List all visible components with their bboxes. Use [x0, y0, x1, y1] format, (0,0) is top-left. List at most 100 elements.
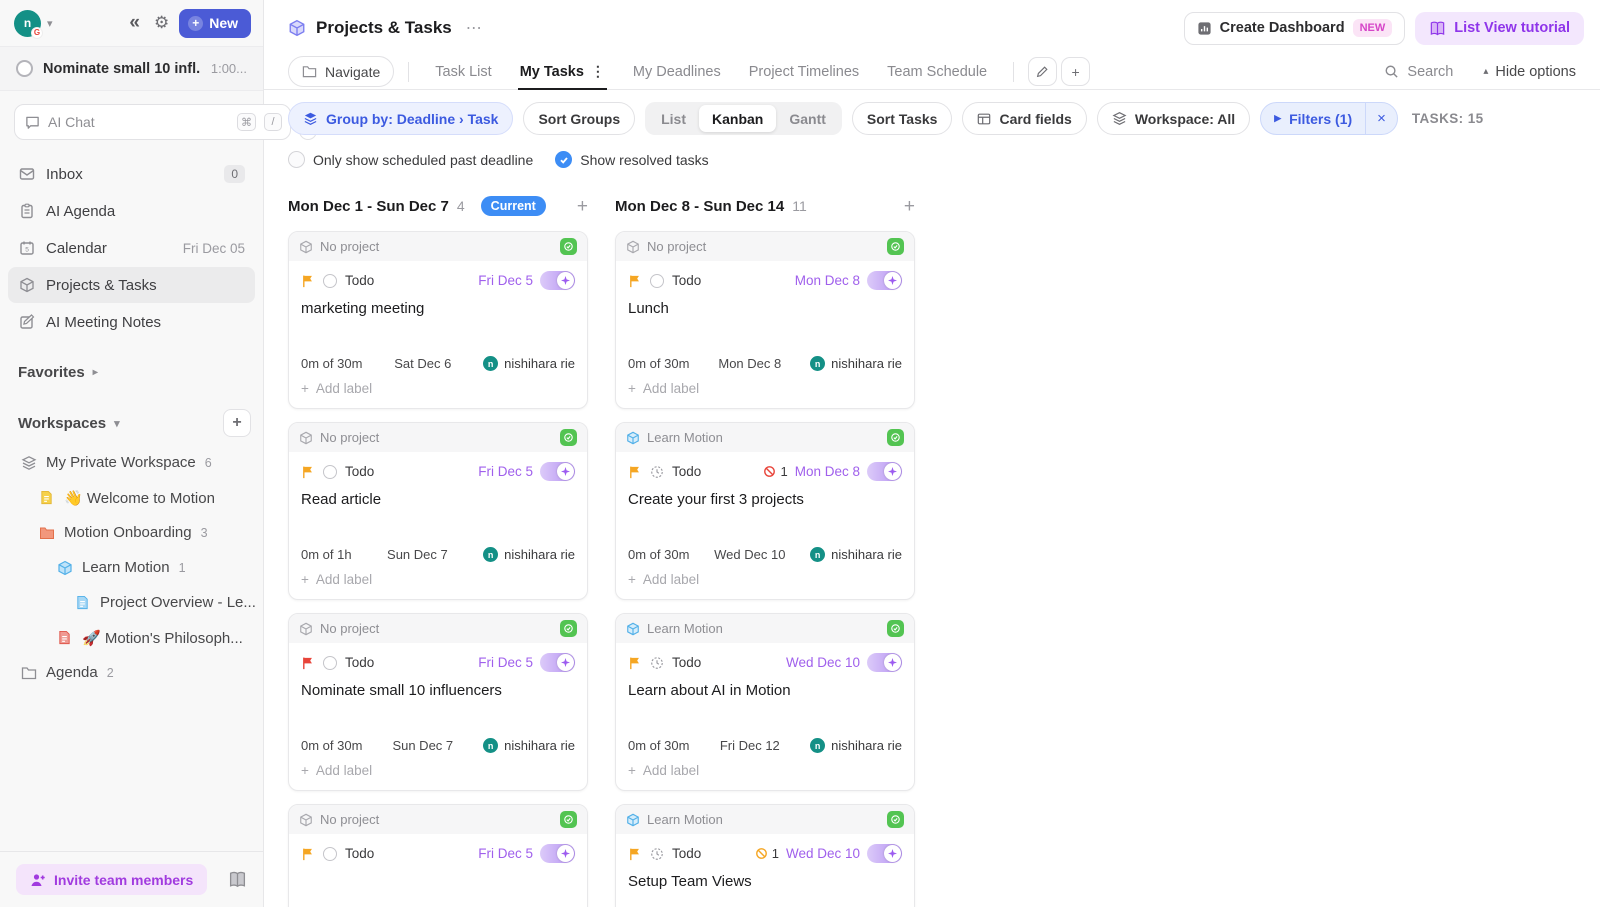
- tree-item-learn-motion[interactable]: Learn Motion 1: [0, 550, 263, 585]
- current-task-time: 1:00...: [211, 61, 247, 76]
- clear-filters-button[interactable]: ×: [1365, 103, 1397, 134]
- blocked-by-indicator[interactable]: 1: [763, 464, 787, 479]
- workspace-tree: My Private Workspace 6 👋 Welcome to Moti…: [0, 445, 263, 690]
- tree-item-agenda-folder[interactable]: Agenda 2: [0, 655, 263, 690]
- assignee-avatar: n: [483, 356, 498, 371]
- scheduled-clock-icon[interactable]: [650, 847, 664, 861]
- sidebar-item-calendar[interactable]: 5 Calendar Fri Dec 05: [8, 230, 255, 266]
- new-button[interactable]: + New: [179, 9, 251, 38]
- filters-button[interactable]: ▶ Filters (1) ×: [1260, 102, 1398, 135]
- task-checkbox-icon[interactable]: [16, 60, 33, 77]
- assignee-avatar: n: [483, 738, 498, 753]
- workspaces-header[interactable]: Workspaces ▾ +: [0, 387, 263, 445]
- view-mode-list[interactable]: List: [648, 105, 699, 132]
- tree-item-welcome-doc[interactable]: 👋 Welcome to Motion: [0, 480, 263, 515]
- task-card[interactable]: Learn Motion Todo Wed Dec 10 Learn about…: [615, 613, 915, 791]
- add-task-icon[interactable]: +: [904, 197, 915, 216]
- assignee-avatar: n: [810, 547, 825, 562]
- task-title: marketing meeting: [289, 290, 587, 317]
- sort-tasks-button[interactable]: Sort Tasks: [852, 102, 953, 135]
- tree-item-motions-philosophy-doc[interactable]: 🚀 Motion's Philosoph...: [0, 620, 263, 655]
- status-circle-icon[interactable]: [323, 465, 337, 479]
- task-card[interactable]: No project Todo Fri Dec 5 Nominate small…: [288, 613, 588, 791]
- layers-icon: [20, 455, 37, 471]
- autoschedule-toggle[interactable]: [540, 462, 575, 481]
- tab-menu-icon[interactable]: ⋮: [591, 63, 605, 80]
- tab-team-schedule[interactable]: Team Schedule: [875, 54, 999, 89]
- sidebar-item-ai-meeting-notes[interactable]: AI Meeting Notes: [8, 304, 255, 340]
- add-view-button[interactable]: +: [1061, 57, 1090, 86]
- search-button[interactable]: Search: [1384, 64, 1453, 80]
- scheduled-clock-icon[interactable]: [650, 656, 664, 670]
- sort-groups-button[interactable]: Sort Groups: [523, 102, 635, 135]
- ai-chat-input[interactable]: [48, 114, 229, 130]
- navigate-button[interactable]: Navigate: [288, 56, 394, 87]
- group-by-button[interactable]: Group by: Deadline › Task: [288, 102, 513, 135]
- sidebar-item-projects-tasks[interactable]: Projects & Tasks: [8, 267, 255, 303]
- calendar-icon: 5: [18, 240, 35, 256]
- task-card-partial[interactable]: No project Todo Fri Dec 5: [288, 804, 588, 907]
- autoschedule-toggle[interactable]: [867, 462, 902, 481]
- tab-my-tasks[interactable]: My Tasks ⋮: [508, 54, 617, 89]
- status-circle-icon[interactable]: [323, 274, 337, 288]
- user-avatar[interactable]: n G: [14, 10, 41, 37]
- task-duration: 0m of 30m: [301, 356, 362, 371]
- task-card[interactable]: No project Todo Fri Dec 5 Read article: [288, 422, 588, 600]
- task-card[interactable]: No project Todo Mon Dec 8 Lunch: [615, 231, 915, 409]
- page-menu-icon[interactable]: ⋯: [466, 18, 483, 38]
- tab-project-timelines[interactable]: Project Timelines: [737, 54, 871, 89]
- blocking-indicator[interactable]: 1: [755, 846, 779, 861]
- checkbox-unchecked-icon[interactable]: [288, 151, 305, 168]
- invite-team-members-button[interactable]: Invite team members: [16, 864, 207, 895]
- task-card-partial[interactable]: Learn Motion Todo 1 Wed Dec 10: [615, 804, 915, 907]
- assignee-avatar: n: [810, 356, 825, 371]
- list-view-tutorial-button[interactable]: List View tutorial: [1415, 12, 1584, 45]
- autoschedule-toggle[interactable]: [540, 653, 575, 672]
- scheduled-clock-icon[interactable]: [650, 465, 664, 479]
- tab-task-list[interactable]: Task List: [423, 54, 503, 89]
- status-circle-icon[interactable]: [323, 656, 337, 670]
- card-fields-button[interactable]: Card fields: [962, 102, 1086, 135]
- add-label-button[interactable]: + Add label: [616, 562, 914, 599]
- add-label-button[interactable]: + Add label: [289, 753, 587, 790]
- add-label-button[interactable]: + Add label: [289, 371, 587, 408]
- add-label-button[interactable]: + Add label: [616, 753, 914, 790]
- status-circle-icon[interactable]: [650, 274, 664, 288]
- add-task-icon[interactable]: +: [577, 197, 588, 216]
- add-label-button[interactable]: + Add label: [616, 371, 914, 408]
- autoschedule-toggle[interactable]: [867, 653, 902, 672]
- edit-view-button[interactable]: [1028, 57, 1057, 86]
- on-track-indicator-icon: [560, 811, 577, 828]
- account-menu-caret-icon[interactable]: ▾: [47, 17, 53, 30]
- tree-item-private-workspace[interactable]: My Private Workspace 6: [0, 445, 263, 480]
- sidebar-item-ai-agenda[interactable]: AI Agenda: [8, 193, 255, 229]
- ai-chat-box[interactable]: ⌘ /: [14, 104, 291, 140]
- create-dashboard-button[interactable]: Create Dashboard NEW: [1184, 12, 1406, 45]
- task-card[interactable]: No project Todo Fri Dec 5 marketing meet…: [288, 231, 588, 409]
- checkbox-checked-icon[interactable]: [555, 151, 572, 168]
- past-deadline-checkbox[interactable]: Only show scheduled past deadline: [288, 151, 533, 168]
- settings-gear-icon[interactable]: ⚙: [150, 11, 173, 35]
- favorites-header[interactable]: Favorites ▸: [0, 346, 263, 387]
- project-cube-icon: [299, 813, 313, 827]
- autoschedule-toggle[interactable]: [867, 271, 902, 290]
- autoschedule-toggle[interactable]: [540, 271, 575, 290]
- help-book-icon[interactable]: [228, 870, 247, 889]
- autoschedule-toggle[interactable]: [867, 844, 902, 863]
- show-resolved-checkbox[interactable]: Show resolved tasks: [555, 151, 708, 168]
- task-card[interactable]: Learn Motion Todo 1 Mon Dec 8: [615, 422, 915, 600]
- view-mode-gantt[interactable]: Gantt: [776, 105, 839, 132]
- add-label-button[interactable]: + Add label: [289, 562, 587, 599]
- tab-my-deadlines[interactable]: My Deadlines: [621, 54, 733, 89]
- tree-item-motion-onboarding[interactable]: Motion Onboarding 3: [0, 515, 263, 550]
- workspace-filter-button[interactable]: Workspace: All: [1097, 102, 1250, 135]
- current-task-row[interactable]: Nominate small 10 infl... 1:00...: [0, 46, 263, 91]
- status-circle-icon[interactable]: [323, 847, 337, 861]
- hide-options-button[interactable]: ▴ Hide options: [1483, 64, 1576, 80]
- sidebar-item-inbox[interactable]: Inbox 0: [8, 156, 255, 192]
- tree-item-project-overview-doc[interactable]: Project Overview - Le...: [0, 585, 263, 620]
- add-workspace-button[interactable]: +: [223, 409, 251, 437]
- autoschedule-toggle[interactable]: [540, 844, 575, 863]
- collapse-sidebar-icon[interactable]: «: [125, 10, 144, 36]
- view-mode-kanban[interactable]: Kanban: [699, 105, 776, 132]
